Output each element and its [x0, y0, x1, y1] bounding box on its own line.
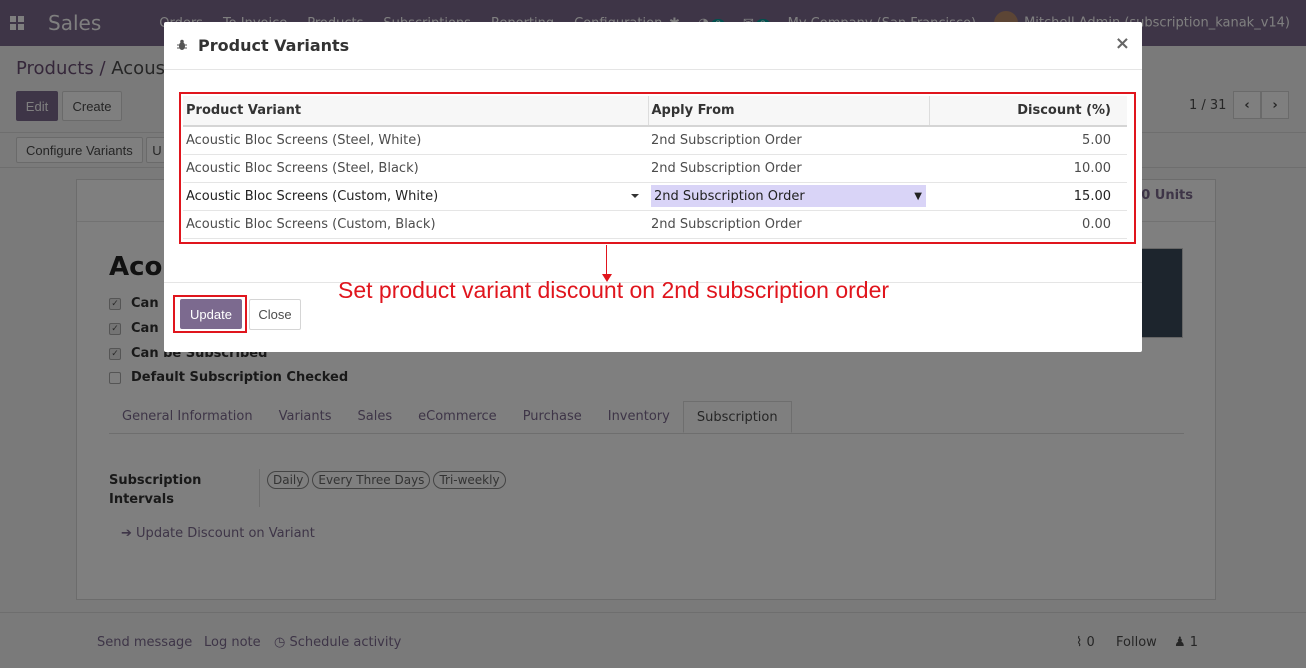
cell-discount[interactable]: 5.00: [929, 126, 1127, 155]
variant-select-value: Acoustic Bloc Screens (Custom, White): [186, 188, 439, 204]
cell-variant[interactable]: Acoustic Bloc Screens (Steel, White): [183, 126, 648, 155]
table-row[interactable]: Acoustic Bloc Screens (Custom, Black) 2n…: [183, 210, 1127, 239]
cell-variant[interactable]: Acoustic Bloc Screens (Steel, Black): [183, 154, 648, 183]
cell-apply-from[interactable]: 2nd Subscription Order: [648, 210, 929, 239]
cell-apply-from[interactable]: 2nd Subscription Order: [648, 126, 929, 155]
apply-from-select[interactable]: 2nd Subscription Order ▼: [651, 185, 926, 207]
variants-table: Product Variant Apply From Discount (%) …: [183, 96, 1127, 239]
close-icon[interactable]: ×: [1115, 33, 1130, 54]
apply-from-select-value: 2nd Subscription Order: [654, 188, 805, 204]
cell-discount[interactable]: 10.00: [929, 154, 1127, 183]
annotation-arrow-line: [606, 245, 607, 275]
cell-variant[interactable]: Acoustic Bloc Screens (Custom, Black): [183, 210, 648, 239]
update-button[interactable]: Update: [180, 299, 242, 329]
apply-from-select-cell[interactable]: 2nd Subscription Order ▼: [648, 182, 929, 211]
column-header-discount[interactable]: Discount (%): [928, 96, 1127, 127]
bug-icon: [177, 39, 187, 50]
discount-input[interactable]: 15.00: [929, 182, 1127, 211]
column-header-product-variant[interactable]: Product Variant: [183, 96, 648, 127]
table-header-row: Product Variant Apply From Discount (%): [183, 96, 1127, 127]
product-variants-dialog: Product Variants × Product Variant Apply…: [164, 22, 1142, 352]
close-button[interactable]: Close: [249, 299, 301, 330]
dialog-header: Product Variants ×: [164, 22, 1142, 70]
table-row[interactable]: Acoustic Bloc Screens (Steel, Black) 2nd…: [183, 154, 1127, 183]
table-row[interactable]: Acoustic Bloc Screens (Steel, White) 2nd…: [183, 126, 1127, 155]
dialog-title: Product Variants: [198, 36, 350, 55]
caret-down-icon: [631, 194, 639, 198]
cell-apply-from[interactable]: 2nd Subscription Order: [648, 154, 929, 183]
variant-select[interactable]: Acoustic Bloc Screens (Custom, White): [186, 189, 645, 204]
chevron-down-icon: ▼: [914, 190, 922, 202]
table-row-editing[interactable]: Acoustic Bloc Screens (Custom, White) 2n…: [183, 182, 1127, 211]
variants-table-highlight: Product Variant Apply From Discount (%) …: [179, 92, 1136, 244]
column-header-apply-from[interactable]: Apply From: [647, 96, 929, 127]
variant-select-cell[interactable]: Acoustic Bloc Screens (Custom, White): [183, 182, 648, 211]
cell-discount[interactable]: 0.00: [929, 210, 1127, 239]
annotation-text: Set product variant discount on 2nd subs…: [338, 277, 890, 303]
